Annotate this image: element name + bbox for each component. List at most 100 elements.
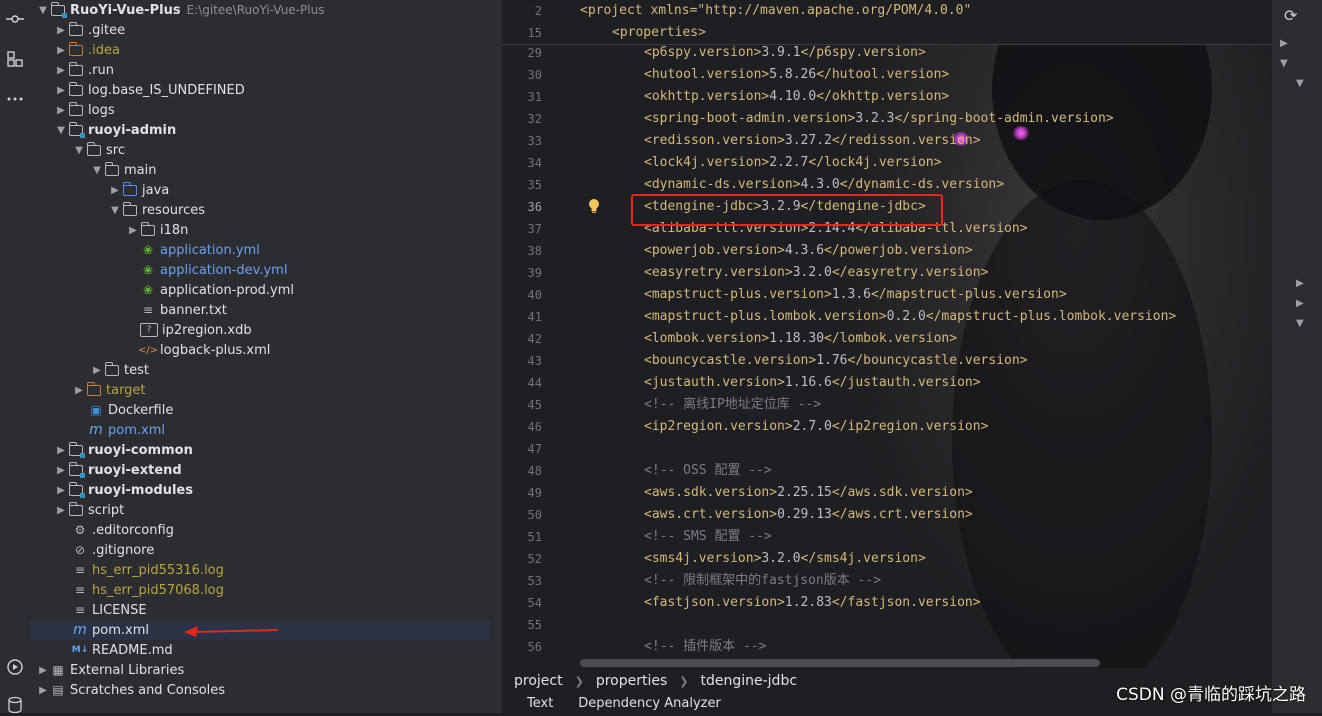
sticky-line-project[interactable]: 2 <project xmlns="http://maven.apache.or…: [502, 0, 1272, 23]
code-line[interactable]: <aws.crt.version>0.29.13</aws.crt.versio…: [644, 504, 973, 526]
lightbulb-icon[interactable]: [587, 198, 601, 214]
tree-row-i18n[interactable]: ▶ i18n: [30, 220, 502, 240]
tree-row-application-yml[interactable]: ❀ application.yml: [30, 240, 502, 260]
tree-row-main[interactable]: ▼ main: [30, 160, 502, 180]
chevron-right-icon[interactable]: ▶: [108, 180, 122, 200]
code-comment[interactable]: <!-- 限制框架中的fastjson版本 -->: [644, 570, 881, 592]
tree-row-gitee[interactable]: ▶ .gitee: [30, 20, 502, 40]
chevron-right-icon[interactable]: ▶: [54, 500, 68, 520]
chevron-down-icon[interactable]: ▼: [90, 160, 104, 180]
chevron-right-icon[interactable]: ▶: [36, 660, 50, 680]
tree-row-gitignore[interactable]: ⊘ .gitignore: [30, 540, 502, 560]
refresh-icon[interactable]: ⟳: [1284, 6, 1297, 25]
chevron-right-icon[interactable]: ▶: [1296, 278, 1304, 289]
tree-row-external-libraries[interactable]: ▶ ▦ External Libraries: [30, 660, 502, 680]
code-line[interactable]: <lock4j.version>2.2.7</lock4j.version>: [644, 152, 941, 174]
code-line[interactable]: <redisson.version>3.27.2</redisson.versi…: [644, 130, 981, 152]
code-line[interactable]: <justauth.version>1.16.6</justauth.versi…: [644, 372, 981, 394]
code-line[interactable]: <p6spy.version>3.9.1</p6spy.version>: [644, 42, 926, 64]
code-line[interactable]: <powerjob.version>4.3.6</powerjob.versio…: [644, 240, 973, 262]
chevron-right-icon[interactable]: ▶: [54, 440, 68, 460]
code-line[interactable]: <easyretry.version>3.2.0</easyretry.vers…: [644, 262, 988, 284]
more-icon[interactable]: [4, 88, 26, 110]
chevron-right-icon[interactable]: ▶: [54, 480, 68, 500]
structure-icon[interactable]: [4, 48, 26, 70]
chevron-right-icon[interactable]: ▶: [90, 360, 104, 380]
tab-dependency-analyzer[interactable]: Dependency Analyzer: [578, 696, 746, 711]
chevron-down-icon[interactable]: ▼: [1280, 58, 1288, 69]
code-line[interactable]: <sms4j.version>3.2.0</sms4j.version>: [644, 548, 926, 570]
code-line[interactable]: <fastjson.version>1.2.83</fastjson.versi…: [644, 592, 981, 614]
code-comment[interactable]: <!-- OSS 配置 -->: [644, 460, 772, 482]
tree-row-target[interactable]: ▶ target: [30, 380, 502, 400]
chevron-right-icon[interactable]: ▶: [54, 460, 68, 480]
code-comment[interactable]: <!-- 插件版本 -->: [644, 636, 766, 658]
chevron-down-icon[interactable]: ▼: [72, 140, 86, 160]
tree-row-application-dev-yml[interactable]: ❀ application-dev.yml: [30, 260, 502, 280]
tree-row-application-prod-yml[interactable]: ❀ application-prod.yml: [30, 280, 502, 300]
sticky-line-properties[interactable]: 15 <properties>: [502, 22, 1272, 45]
tree-row-ruoyi-modules[interactable]: ▶ ruoyi-modules: [30, 480, 502, 500]
tree-row-logback[interactable]: </> logback-plus.xml: [30, 340, 502, 360]
tree-row-logs[interactable]: ▶ logs: [30, 100, 502, 120]
tree-row-ruoyi-admin[interactable]: ▼ ruoyi-admin: [30, 120, 502, 140]
tree-row-hserr1[interactable]: ≡ hs_err_pid55316.log: [30, 560, 502, 580]
chevron-right-icon[interactable]: ▶: [54, 60, 68, 80]
breadcrumb-project[interactable]: project: [502, 673, 575, 689]
line-number: 38: [527, 244, 542, 258]
chevron-right-icon[interactable]: ▶: [1280, 38, 1288, 49]
code-line[interactable]: <okhttp.version>4.10.0</okhttp.version>: [644, 86, 949, 108]
chevron-down-icon[interactable]: ▼: [1296, 318, 1304, 329]
code-line[interactable]: <ip2region.version>2.7.0</ip2region.vers…: [644, 416, 988, 438]
code-line[interactable]: <spring-boot-admin.version>3.2.3</spring…: [644, 108, 1114, 130]
chevron-down-icon[interactable]: ▼: [36, 0, 50, 20]
horizontal-scrollbar[interactable]: [580, 659, 1100, 667]
tree-row-readme[interactable]: M↓ README.md: [30, 640, 502, 660]
chevron-right-icon[interactable]: ▶: [54, 40, 68, 60]
code-line[interactable]: <lombok.version>1.18.30</lombok.version>: [644, 328, 957, 350]
code-editor[interactable]: 29 30 31 32 33 34 35 36 37 38 39 40 41 42 43 44 45 46 47 48…: [502, 0, 1272, 668]
code-line[interactable]: <hutool.version>5.8.26</hutool.version>: [644, 64, 949, 86]
tree-row-ruoyi-common[interactable]: ▶ ruoyi-common: [30, 440, 502, 460]
code-comment[interactable]: <!-- SMS 配置 -->: [644, 526, 772, 548]
tree-row-run[interactable]: ▶ .run: [30, 60, 502, 80]
tree-row-dockerfile[interactable]: ▣ Dockerfile: [30, 400, 502, 420]
tree-row-java[interactable]: ▶ java: [30, 180, 502, 200]
chevron-right-icon[interactable]: ▶: [54, 80, 68, 100]
chevron-right-icon[interactable]: ▶: [36, 680, 50, 700]
tree-row-logbase[interactable]: ▶ log.base_IS_UNDEFINED: [30, 80, 502, 100]
chevron-right-icon[interactable]: ▶: [72, 380, 86, 400]
tree-row-ip2region[interactable]: ? ip2region.xdb: [30, 320, 502, 340]
tree-row-resources[interactable]: ▼ resources: [30, 200, 502, 220]
tree-row-ruoyi-extend[interactable]: ▶ ruoyi-extend: [30, 460, 502, 480]
code-line[interactable]: <aws.sdk.version>2.25.15</aws.sdk.versio…: [644, 482, 973, 504]
tree-row-test[interactable]: ▶ test: [30, 360, 502, 380]
tree-row-editorconfig[interactable]: ⚙ .editorconfig: [30, 520, 502, 540]
commit-icon[interactable]: [4, 8, 26, 30]
chevron-right-icon[interactable]: ▶: [1296, 298, 1304, 309]
chevron-right-icon[interactable]: ▶: [126, 220, 140, 240]
tab-text[interactable]: Text: [502, 696, 578, 711]
tree-row-idea[interactable]: ▶ .idea: [30, 40, 502, 60]
code-comment[interactable]: <!-- 离线IP地址定位库 -->: [644, 394, 821, 416]
chevron-right-icon[interactable]: ▶: [54, 100, 68, 120]
code-line[interactable]: <bouncycastle.version>1.76</bouncycastle…: [644, 350, 1028, 372]
tree-row-root[interactable]: ▼ RuoYi-Vue-Plus E:\gitee\RuoYi-Vue-Plus: [30, 0, 502, 20]
tree-row-script[interactable]: ▶ script: [30, 500, 502, 520]
chevron-right-icon[interactable]: ▶: [54, 20, 68, 40]
tree-row-hserr2[interactable]: ≡ hs_err_pid57068.log: [30, 580, 502, 600]
code-line[interactable]: <mapstruct-plus.version>1.3.6</mapstruct…: [644, 284, 1067, 306]
chevron-down-icon[interactable]: ▼: [1296, 78, 1304, 89]
tree-row-license[interactable]: ≡ LICENSE: [30, 600, 502, 620]
run-services-icon[interactable]: [4, 656, 26, 678]
tree-row-admin-pom[interactable]: m pom.xml: [30, 420, 502, 440]
code-line[interactable]: <dynamic-ds.version>4.3.0</dynamic-ds.ve…: [644, 174, 1004, 196]
code-line[interactable]: <mapstruct-plus.lombok.version>0.2.0</ma…: [644, 306, 1176, 328]
tree-row-src[interactable]: ▼ src: [30, 140, 502, 160]
chevron-down-icon[interactable]: ▼: [54, 120, 68, 140]
tree-row-scratches[interactable]: ▶ ▤ Scratches and Consoles: [30, 680, 502, 700]
chevron-down-icon[interactable]: ▼: [108, 200, 122, 220]
breadcrumb-properties[interactable]: properties: [584, 673, 679, 689]
breadcrumb-tdengine[interactable]: tdengine-jdbc: [688, 673, 809, 689]
tree-row-banner-txt[interactable]: ≡ banner.txt: [30, 300, 502, 320]
